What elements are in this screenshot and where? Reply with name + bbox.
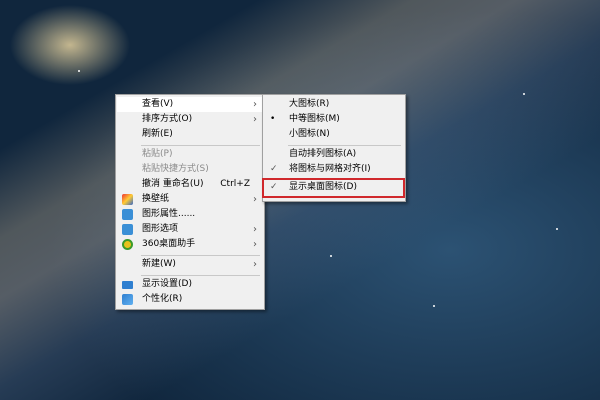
submenu-item-align-to-grid[interactable]: ✓ 将图标与网格对齐(I) <box>264 162 404 177</box>
label: 个性化(R) <box>142 294 183 304</box>
star <box>556 228 558 230</box>
label: 中等图标(M) <box>289 114 340 124</box>
wallpaper-icon <box>122 194 133 205</box>
menu-item-undo-rename[interactable]: 撤消 重命名(U) Ctrl+Z <box>117 177 263 192</box>
label: 撤消 重命名(U) <box>142 179 204 189</box>
desktop-context-menu: 查看(V) › 排序方式(O) › 刷新(E) 粘贴(P) 粘贴快捷方式(S) 撤消… <box>115 94 265 310</box>
menu-item-display-settings[interactable]: 显示设置(D) <box>117 277 263 292</box>
submenu-item-small-icons[interactable]: 小图标(N) <box>264 127 404 142</box>
menu-item-refresh[interactable]: 刷新(E) <box>117 127 263 142</box>
chevron-right-icon: › <box>253 239 257 250</box>
label: 图形属性...... <box>142 209 196 219</box>
star <box>433 305 435 307</box>
chevron-right-icon: › <box>253 99 257 110</box>
label: 显示设置(D) <box>142 279 192 289</box>
menu-item-graphics-options[interactable]: 图形选项 › <box>117 222 263 237</box>
menu-item-paste-shortcut[interactable]: 粘贴快捷方式(S) <box>117 162 263 177</box>
star <box>78 70 80 72</box>
chevron-right-icon: › <box>253 114 257 125</box>
label: 新建(W) <box>142 259 176 269</box>
graphics-properties-icon <box>122 209 133 220</box>
separator <box>141 255 260 256</box>
label: 查看(V) <box>142 99 174 109</box>
label: 排序方式(O) <box>142 114 193 124</box>
menu-item-change-wallpaper[interactable]: 换壁纸 › <box>117 192 263 207</box>
highlight-box <box>262 178 405 198</box>
label: 图形选项 <box>142 224 179 234</box>
graphics-options-icon <box>122 224 133 235</box>
menu-item-personalize[interactable]: 个性化(R) <box>117 292 263 307</box>
submenu-item-auto-arrange[interactable]: 自动排列图标(A) <box>264 147 404 162</box>
label: 粘贴(P) <box>142 149 173 159</box>
chevron-right-icon: › <box>253 259 257 270</box>
label: 大图标(R) <box>289 99 330 109</box>
label: 360桌面助手 <box>142 239 196 249</box>
menu-item-graphics-properties[interactable]: 图形属性...... <box>117 207 263 222</box>
menu-item-sort[interactable]: 排序方式(O) › <box>117 112 263 127</box>
menu-item-view[interactable]: 查看(V) › <box>117 97 263 112</box>
chevron-right-icon: › <box>253 194 257 205</box>
check-icon: ✓ <box>270 164 278 174</box>
star <box>523 93 525 95</box>
shortcut: Ctrl+Z <box>220 179 250 189</box>
submenu-item-medium-icons[interactable]: • 中等图标(M) <box>264 112 404 127</box>
display-icon <box>122 281 133 289</box>
bullet-icon: • <box>270 114 276 124</box>
separator <box>141 145 260 146</box>
label: 自动排列图标(A) <box>289 149 357 159</box>
chevron-right-icon: › <box>253 224 257 235</box>
menu-item-360-desktop[interactable]: 360桌面助手 › <box>117 237 263 252</box>
star <box>330 255 332 257</box>
label: 粘贴快捷方式(S) <box>142 164 209 174</box>
menu-item-new[interactable]: 新建(W) › <box>117 257 263 272</box>
separator <box>288 145 401 146</box>
menu-item-paste[interactable]: 粘贴(P) <box>117 147 263 162</box>
label: 刷新(E) <box>142 129 173 139</box>
label: 换壁纸 <box>142 194 170 204</box>
label: 小图标(N) <box>289 129 330 139</box>
label: 将图标与网格对齐(I) <box>289 164 371 174</box>
personalize-icon <box>122 294 133 305</box>
separator <box>141 275 260 276</box>
360-icon <box>122 239 133 250</box>
submenu-item-large-icons[interactable]: 大图标(R) <box>264 97 404 112</box>
